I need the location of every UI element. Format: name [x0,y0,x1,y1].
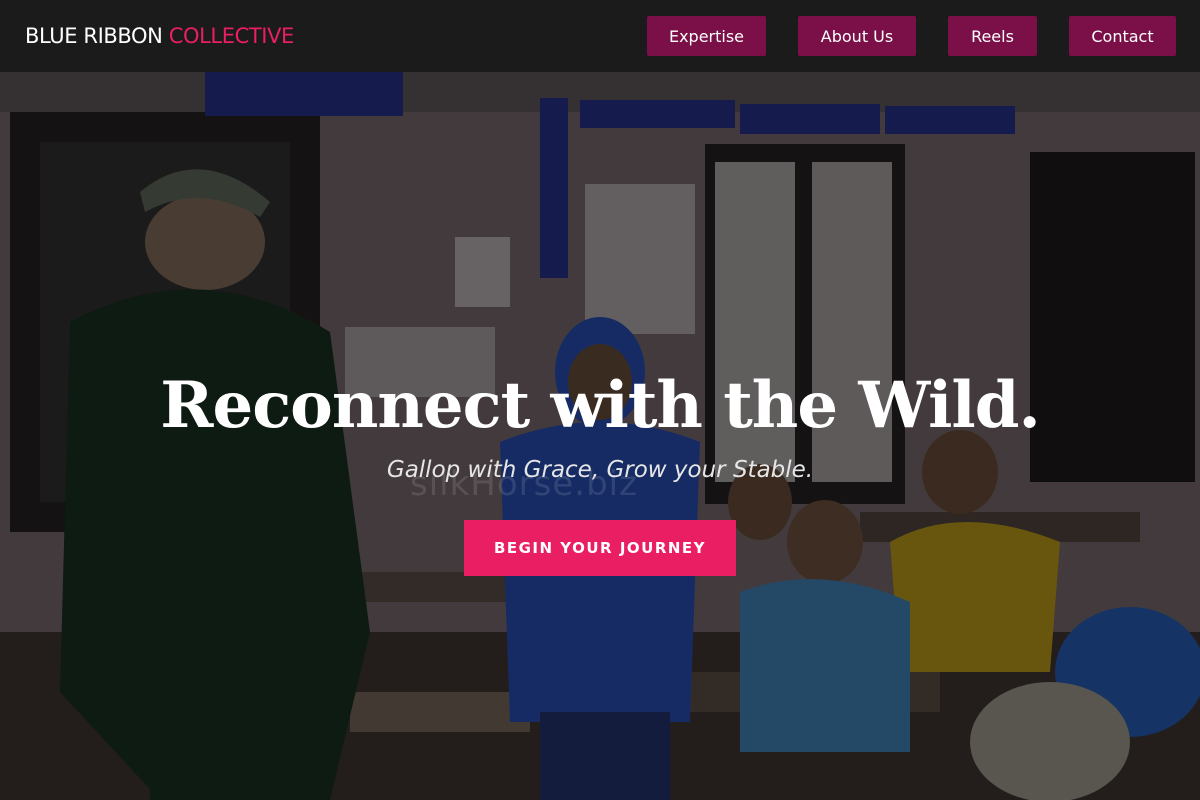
nav-reels-button[interactable]: Reels [948,16,1037,56]
site-header: BLUE RIBBON COLLECTIVE Expertise About U… [0,0,1200,72]
logo-text-primary: BLUE RIBBON [25,24,163,48]
nav-contact-button[interactable]: Contact [1069,16,1176,56]
nav-about-us-button[interactable]: About Us [798,16,916,56]
nav-expertise-button[interactable]: Expertise [647,16,766,56]
hero-subtitle: Gallop with Grace, Grow your Stable. [386,457,814,483]
main-nav: Expertise About Us Reels Contact [647,16,1176,56]
site-logo[interactable]: BLUE RIBBON COLLECTIVE [25,24,294,48]
begin-journey-button[interactable]: BEGIN YOUR JOURNEY [464,520,736,576]
logo-text-accent: COLLECTIVE [168,24,295,48]
hero-section: silkHorse.biz Reconnect with the Wild. G… [0,72,1200,800]
hero-title: Reconnect with the Wild. [160,368,1040,443]
